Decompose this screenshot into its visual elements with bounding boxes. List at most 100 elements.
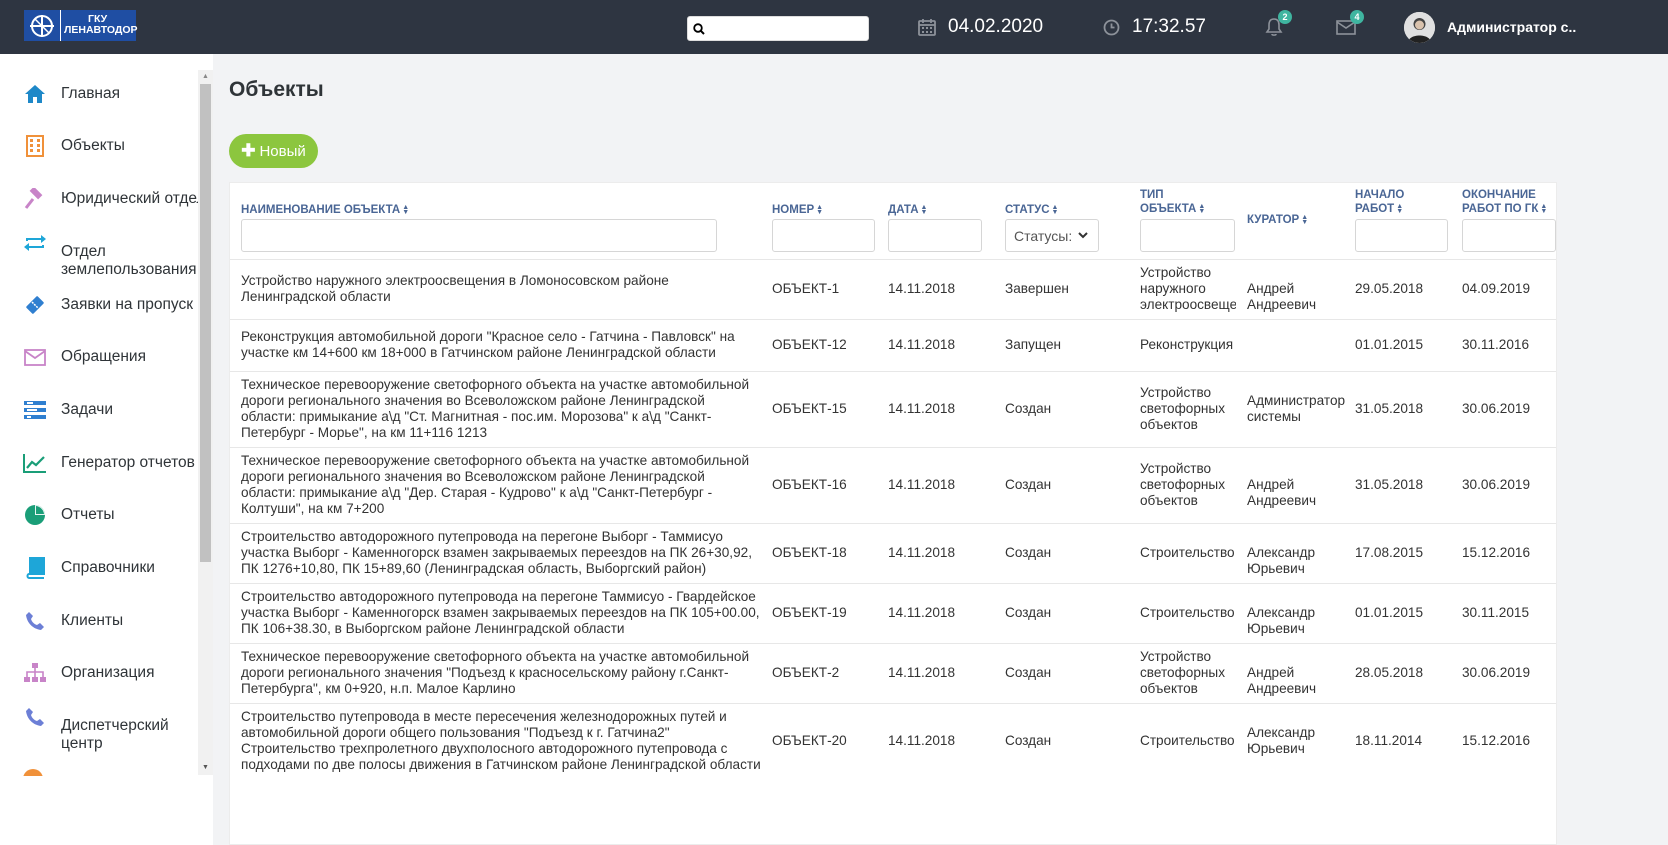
new-object-button[interactable]: ✚ Новый <box>229 134 318 168</box>
cell-number: ОБЪЕКТ-16 <box>772 477 847 492</box>
cell-number: ОБЪЕКТ-19 <box>772 605 847 620</box>
cell-start: 31.05.2018 <box>1355 401 1424 416</box>
messages-badge: 4 <box>1350 10 1364 24</box>
filter-date-input[interactable] <box>888 219 982 252</box>
sidebar-item-passes[interactable]: Заявки на пропуск <box>0 279 198 331</box>
cell-number: ОБЪЕКТ-18 <box>772 545 847 560</box>
envelope-icon <box>22 344 48 370</box>
sort-icon: ▲ ▼ <box>402 203 410 216</box>
header-label: Тип <box>1140 189 1164 201</box>
header-date: 04.02.2020 <box>918 0 1043 54</box>
table-row[interactable]: Строительство автодорожного путепровода … <box>230 523 1556 583</box>
cell-date: 14.11.2018 <box>888 337 956 352</box>
header-label: Окончание <box>1462 189 1536 201</box>
exchange-icon <box>22 230 48 256</box>
cell-name[interactable]: Техническое перевооружение светофорного … <box>241 377 761 441</box>
cell-type: Строительство <box>1140 605 1235 620</box>
column-header-curator[interactable]: Куратор ▲ ▼ <box>1247 213 1308 227</box>
table-row[interactable]: Реконструкция автомобильной дороги "Крас… <box>230 319 1556 371</box>
header-label: работ <box>1355 203 1395 215</box>
header-label: Начало <box>1355 189 1405 201</box>
status-filter-label: Статусы: <box>1014 227 1073 244</box>
cell-name[interactable]: Строительство автодорожного путепровода … <box>241 529 761 577</box>
new-button-label: Новый <box>259 142 306 160</box>
cell-name[interactable]: Устройство наружного электроосвещения в … <box>241 273 761 305</box>
filter-status-select[interactable]: Статусы: <box>1005 219 1099 252</box>
cell-status: Создан <box>1005 665 1052 680</box>
table-row[interactable]: Техническое перевооружение светофорного … <box>230 371 1556 447</box>
cell-date: 14.11.2018 <box>888 281 956 296</box>
sort-icon: ▲ ▼ <box>920 203 928 216</box>
sidebar-item-appeals[interactable]: Обращения <box>0 331 198 383</box>
ticket-icon <box>22 292 48 318</box>
sidebar-item-report-generator[interactable]: Генератор отчетов <box>0 437 198 489</box>
sidebar-item-clients[interactable]: Клиенты <box>0 595 198 647</box>
cell-curator: Администратор системы <box>1247 393 1346 424</box>
sidebar-item-organization[interactable]: Организация <box>0 647 198 699</box>
chart-line-icon <box>22 450 48 476</box>
table-row[interactable]: Устройство наружного электроосвещения в … <box>230 259 1556 319</box>
sidebar-scrollbar[interactable]: ▲ ▼ <box>198 70 213 775</box>
cell-curator: Александр Юрьевич <box>1247 725 1316 756</box>
table-row[interactable]: Техническое перевооружение светофорного … <box>230 447 1556 523</box>
user-menu[interactable]: Администратор с.. <box>1404 0 1576 54</box>
scroll-thumb[interactable] <box>200 84 211 562</box>
search-box[interactable] <box>687 16 869 41</box>
sidebar-item-objects[interactable]: Объекты <box>0 120 198 172</box>
cell-name[interactable]: Техническое перевооружение светофорного … <box>241 453 761 517</box>
cell-type: Строительство <box>1140 733 1235 748</box>
cell-name[interactable]: Техническое перевооружение светофорного … <box>241 649 761 697</box>
cell-end: 15.12.2016 <box>1462 545 1531 560</box>
messages-button[interactable]: 4 <box>1336 0 1364 54</box>
plus-icon: ✚ <box>241 141 256 160</box>
table-row[interactable]: Техническое перевооружение светофорного … <box>230 643 1556 703</box>
column-header-end[interactable]: Окончание работ по ГК ▲ ▼ <box>1462 188 1547 216</box>
column-header-date[interactable]: Дата ▲ ▼ <box>888 203 927 217</box>
pie-chart-icon <box>22 502 48 528</box>
cell-type: Устройство наружного электроосвещения <box>1140 265 1236 312</box>
home-icon <box>22 81 48 107</box>
cell-status: Создан <box>1005 477 1052 492</box>
sidebar-item-label: Диспетчерский центр <box>61 717 169 752</box>
notifications-button[interactable]: 2 <box>1264 0 1292 54</box>
column-header-status[interactable]: Статус ▲ ▼ <box>1005 203 1058 217</box>
filter-number-input[interactable] <box>772 219 875 252</box>
scroll-down-icon[interactable]: ▼ <box>198 761 213 775</box>
header-label: Номер <box>772 204 815 216</box>
column-header-number[interactable]: Номер ▲ ▼ <box>772 203 823 217</box>
table-row[interactable]: Строительство путепровода в месте пересе… <box>230 703 1556 779</box>
filter-end-input[interactable] <box>1462 219 1556 252</box>
column-header-start[interactable]: Начало работ ▲ ▼ <box>1355 188 1404 216</box>
sidebar-item-legal[interactable]: Юридический отдел <box>0 173 206 225</box>
cell-curator: Андрей Андреевич <box>1247 477 1317 508</box>
cell-end: 30.11.2015 <box>1462 605 1530 620</box>
tasks-icon <box>22 397 48 423</box>
column-header-type[interactable]: Тип объекта ▲ ▼ <box>1140 188 1205 216</box>
sidebar-item-label: Объекты <box>61 137 125 154</box>
cell-name[interactable]: Реконструкция автомобильной дороги "Крас… <box>241 329 761 361</box>
sidebar-item-reports[interactable]: Отчеты <box>0 489 198 541</box>
filter-start-input[interactable] <box>1355 219 1448 252</box>
sidebar-item-references[interactable]: Справочники <box>0 542 198 594</box>
cell-end: 30.06.2019 <box>1462 401 1531 416</box>
cell-name[interactable]: Строительство путепровода в месте пересе… <box>241 709 761 773</box>
sidebar-item-label: Отдел землепользования <box>61 243 197 278</box>
logo-text: ГКУ ЛЕНАВТОДОР <box>60 10 138 41</box>
logo-emblem-icon <box>24 10 60 41</box>
cell-end: 30.11.2016 <box>1462 337 1530 352</box>
sidebar-item-tasks[interactable]: Задачи <box>0 384 198 436</box>
scroll-up-icon[interactable]: ▲ <box>198 70 213 84</box>
search-input[interactable] <box>710 19 865 38</box>
cell-name[interactable]: Строительство автодорожного путепровода … <box>241 589 761 637</box>
cell-type: Устройство светофорных объектов <box>1140 385 1225 432</box>
sidebar-item-label: Обращения <box>61 348 146 365</box>
sidebar-item-dispatch[interactable]: Диспетчерский центр <box>0 700 198 760</box>
sidebar-item-home[interactable]: Главная <box>0 68 198 120</box>
sidebar-item-land-use[interactable]: Отдел землепользования <box>0 226 198 286</box>
column-header-name[interactable]: Наименование объекта ▲ ▼ <box>241 203 409 217</box>
logo[interactable]: ГКУ ЛЕНАВТОДОР <box>24 10 138 41</box>
table-row[interactable]: Строительство автодорожного путепровода … <box>230 583 1556 643</box>
cell-status: Завершен <box>1005 281 1069 296</box>
filter-name-input[interactable] <box>241 219 717 252</box>
filter-type-input[interactable] <box>1140 219 1235 252</box>
